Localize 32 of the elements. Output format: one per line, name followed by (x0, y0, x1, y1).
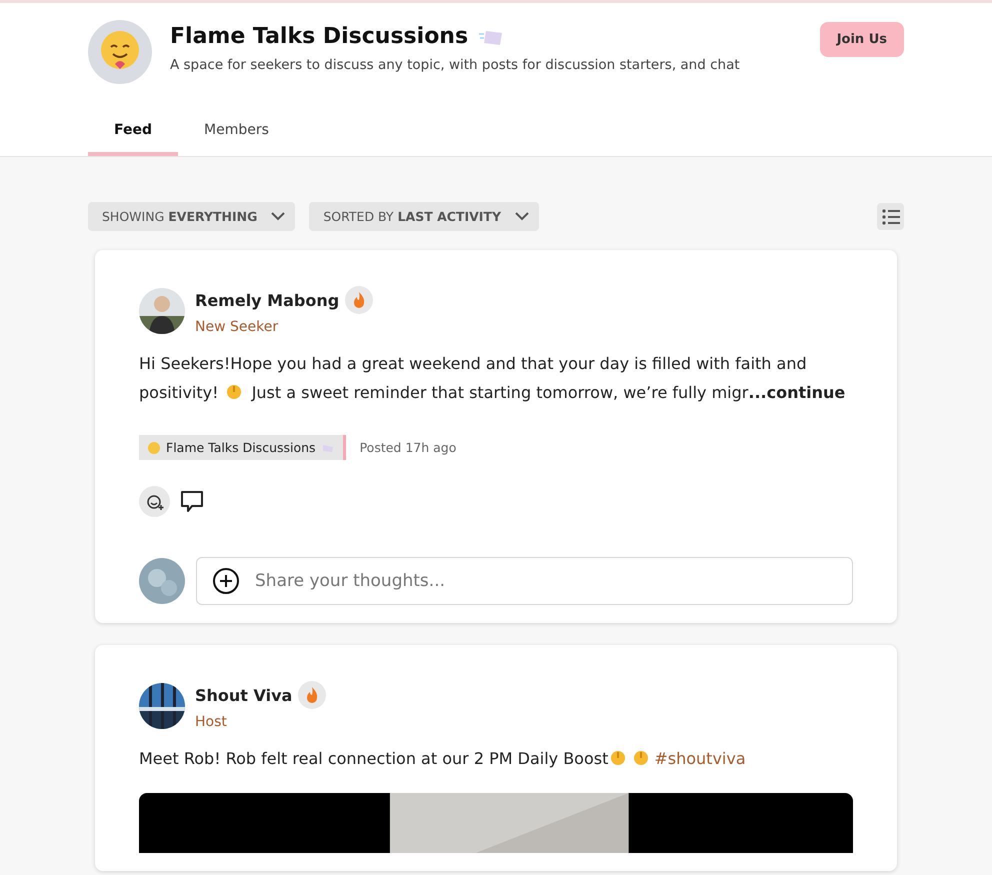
chevron-down-icon (271, 212, 286, 221)
group-avatar (88, 20, 152, 84)
join-button[interactable]: Join Us (820, 22, 904, 57)
tab[interactable]: Members (178, 114, 295, 156)
comment-field[interactable]: Share your thoughts... (196, 557, 853, 605)
group-description: A space for seekers to discuss any topic, with posts for discussion starters, and chat (170, 57, 741, 73)
emoji-icon (609, 749, 628, 767)
author-role: Host (195, 714, 228, 730)
filter-dropdown[interactable]: SORTED BY LAST ACTIVITY (309, 202, 540, 231)
tab[interactable]: Feed (88, 114, 178, 156)
filter-dropdown[interactable]: SHOWING EVERYTHING (88, 202, 296, 231)
hashtag-link[interactable]: #shoutviva (654, 749, 746, 768)
posted-time: Posted 17h ago (360, 440, 456, 455)
author-role: New Seeker (195, 319, 280, 335)
flame-badge-icon (345, 286, 374, 314)
group-tag[interactable]: Flame Talks Discussions (139, 435, 346, 460)
list-icon (882, 208, 900, 224)
author-name: Shout Viva (195, 686, 292, 704)
group-title: Flame Talks Discussions (170, 24, 468, 49)
add-reaction-icon (146, 492, 164, 510)
continue-link[interactable]: ...continue (748, 383, 846, 402)
chevron-down-icon (515, 212, 530, 221)
post-text: Meet Rob! Rob felt real connection at our 2 PM Daily Boost #shoutviva (139, 748, 747, 770)
post-text: Hi Seekers!Hope you had a great weekend and that your day is filled with faith and positivity! Just a sweet reminder that starting tomorrow, we’re fully migr...continue (139, 353, 846, 404)
flame-badge-icon (298, 681, 326, 709)
reaction-button[interactable] (139, 486, 170, 517)
emoji-icon (632, 749, 650, 767)
emoji-icon (224, 383, 243, 401)
group-emoji-icon (147, 440, 161, 454)
author-name: Remely Mabong (195, 290, 340, 310)
plus-icon[interactable] (212, 567, 240, 595)
list-view-button[interactable] (877, 203, 904, 230)
